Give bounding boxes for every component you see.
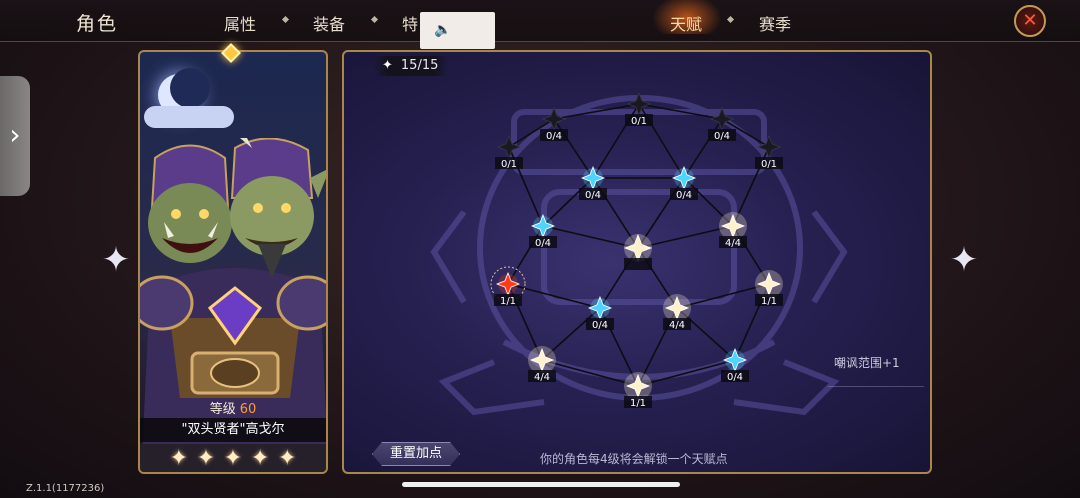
talent-node-label: 0/4 — [585, 190, 601, 201]
tab-separator — [726, 15, 735, 24]
side-drawer-handle[interactable]: › — [0, 76, 30, 196]
talent-link-line — [542, 177, 594, 227]
tab-separator — [281, 15, 290, 24]
close-x-icon[interactable]: ✕ — [1014, 5, 1046, 37]
character-card: 等级 60 "双头贤者"高戈尔 ✦ ✦ ✦ ✦ ✦ — [138, 50, 328, 474]
talent-node-label: 0/4 — [535, 238, 551, 249]
talent-link-line — [507, 225, 544, 285]
talent-node-label: 0/4 — [714, 131, 730, 142]
talent-node-label: 4/4 — [534, 372, 550, 383]
talent-node-label: 1/1 — [761, 296, 777, 307]
talent-node-label: 0/4 — [676, 190, 692, 201]
tab-talent[interactable]: 天赋 — [670, 11, 702, 35]
top-bar: 角色 属性 装备 特 天赋 赛季 ✕ — [0, 0, 1080, 42]
talent-node-label: 4/4 — [669, 320, 685, 331]
talent-link-line — [637, 225, 734, 249]
cloud-decoration — [144, 106, 234, 128]
talent-node[interactable]: 1/1 — [755, 270, 783, 307]
talent-node-label: 1/1 — [500, 296, 516, 307]
talent-node-label: 4/4 — [725, 238, 741, 249]
talent-node-label: 0/4 — [592, 320, 608, 331]
tab-attributes[interactable]: 属性 — [224, 11, 256, 35]
divider — [828, 386, 924, 387]
talent-node[interactable]: 0/4 — [529, 213, 557, 249]
tab-traits[interactable]: 特 — [402, 11, 418, 35]
talent-node[interactable]: 1/1 — [624, 372, 652, 409]
character-name: "双头贤者"高戈尔 — [140, 418, 326, 442]
talent-hint: 你的角色每4级将会解锁一个天赋点 — [540, 452, 728, 466]
talent-node[interactable]: 4/4 — [719, 212, 747, 249]
tab-season[interactable]: 赛季 — [759, 11, 791, 35]
prev-character-arrow-icon[interactable]: ✦ — [96, 240, 136, 280]
talent-node-label: 1/1 — [630, 398, 646, 409]
page-title: 角色 — [76, 13, 119, 35]
talent-node[interactable]: 4/4 — [663, 294, 691, 331]
speaker-icon: 🔈 — [434, 22, 452, 38]
talent-node[interactable] — [623, 233, 653, 270]
tab-equipment[interactable]: 装备 — [313, 11, 345, 35]
home-indicator[interactable] — [402, 482, 680, 487]
talent-link-line — [637, 359, 736, 387]
tab-separator — [370, 15, 379, 24]
talent-node-label: 0/1 — [501, 159, 517, 170]
talent-link-line — [542, 225, 639, 249]
talent-node-label: 0/1 — [761, 159, 777, 170]
reset-points-button[interactable]: 重置加点 — [372, 442, 460, 466]
star-icon: ✦ — [250, 446, 270, 471]
star-rating: ✦ ✦ ✦ ✦ ✦ — [140, 444, 326, 472]
character-level: 等级 60 — [209, 402, 257, 417]
next-character-arrow-icon[interactable]: ✦ — [944, 240, 984, 280]
star-icon: ✦ — [169, 446, 189, 471]
talent-label-bg — [624, 258, 652, 270]
talent-star-icon — [495, 271, 521, 297]
talent-panel: ✦ 15/15 0/1 0/4 0/1 0/4 0/1 0/4 0/4 0/4 4/4 1/1 1/1… — [342, 50, 932, 474]
talent-node[interactable]: 4/4 — [528, 346, 556, 383]
star-icon: ✦ — [223, 446, 243, 471]
talent-node-label: 0/4 — [727, 372, 743, 383]
volume-popup: 🔈 — [420, 12, 495, 49]
talent-tree: 0/1 0/4 0/1 0/4 0/1 0/4 0/4 0/4 4/4 1/1 1/1 0/4 4/4 4… — [430, 91, 848, 416]
star-icon: ✦ — [196, 446, 216, 471]
talent-bonus-text: 嘲讽范围+1 — [834, 356, 900, 370]
star-icon: ✦ — [277, 446, 297, 471]
version-label: Z.1.1(1177236) — [26, 483, 105, 494]
talent-node-label: 0/4 — [546, 131, 562, 142]
talent-node-label: 0/1 — [631, 116, 647, 127]
